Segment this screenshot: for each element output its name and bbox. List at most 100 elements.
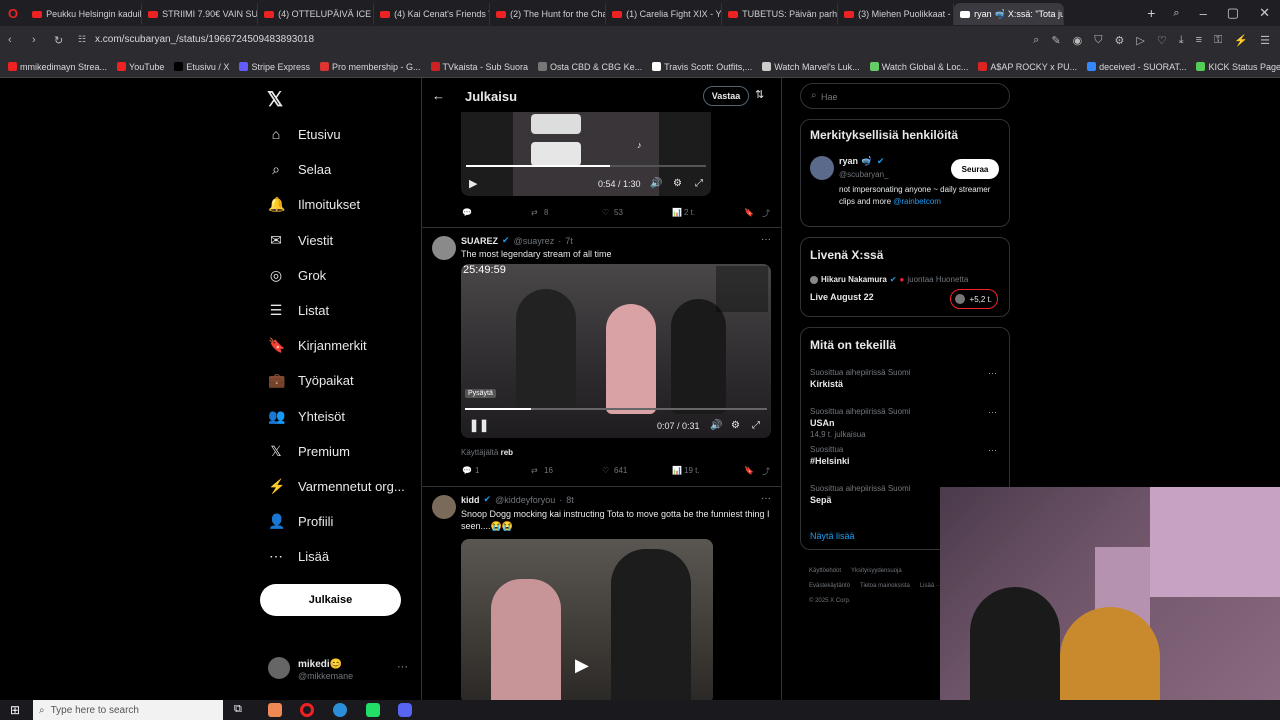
windows-start-icon[interactable]: ⊞ [10,703,20,717]
views-icon[interactable]: 📊 [672,466,682,475]
browser-tab[interactable]: (1) Carelia Fight XIX - You... [606,3,723,25]
browser-tab[interactable]: ryan 🤿 X:ssä: "Tota ju... [954,3,1065,25]
post-time[interactable]: 8t [566,495,574,505]
browser-tab[interactable]: STRIIMI 7.90€ VAIN SUNN... [142,3,259,25]
browser-tab[interactable]: TUBETUS: Päivän parhaat... [722,3,839,25]
post-video[interactable]: ▶ [461,539,713,700]
nav-item-varmennetut-org[interactable]: ⚡ Varmennetut org... [268,478,405,495]
bookmark-item[interactable]: YouTube [117,62,164,72]
bookmark-item[interactable]: Watch Marvel's Luk... [762,62,860,72]
post-button[interactable]: Julkaise [260,584,401,616]
share-icon[interactable]: ⤴ [762,466,770,477]
account-switcher[interactable]: mikedi😊 @mikkemane ··· [268,657,410,685]
bio-link[interactable]: @rainbetcom [893,197,941,206]
bookmark-item[interactable]: A$AP ROCKY x PU... [978,62,1077,72]
fullscreen-icon[interactable]: ⤢ [752,420,760,431]
browser-tab[interactable]: (4) Kai Cenat's Friends W... [374,3,491,25]
author-name[interactable]: kidd [461,495,480,505]
source-user[interactable]: reb [501,448,513,457]
easy-setup-icon[interactable]: ☰ [1260,34,1270,47]
follow-button[interactable]: Seuraa [951,159,999,179]
edit-icon[interactable]: ✎ [1051,34,1060,47]
footer-link[interactable]: Yksityisyydensuoja [851,568,902,574]
site-info-icon[interactable]: ☷ [78,34,86,45]
trend-item[interactable]: Suosittua aihepiirissä Suomi USAn 14,9 t. … [810,407,1002,441]
reply-icon[interactable]: 💬 [462,466,472,475]
volume-icon[interactable]: 🔊 [650,178,662,189]
camera-icon[interactable]: ⌕ [1033,34,1039,47]
like-icon[interactable]: ♡ [602,466,609,475]
search-box[interactable]: ⌕ Hae [800,83,1010,109]
bookmark-item[interactable]: deceived - SUORAT... [1087,62,1186,72]
footer-link[interactable]: © 2025 X Corp. [809,598,850,604]
snapshot-icon[interactable]: ◉ [1073,34,1083,47]
reply-button[interactable]: Vastaa [703,86,749,106]
bookmark-icon[interactable]: 🔖 [744,466,754,475]
more-options-icon[interactable]: ··· [988,445,997,455]
task-view-icon[interactable]: ⧉ [234,703,242,716]
heart-icon[interactable]: ♡ [1157,34,1167,47]
nav-item-viestit[interactable]: ✉ Viestit [268,232,333,249]
bookmark-item[interactable]: Osta CBD & CBG Ke... [538,62,642,72]
bookmark-item[interactable]: TVkaista - Sub Suora [430,62,528,72]
play-icon[interactable]: ▶ [575,655,589,676]
bookmark-item[interactable]: Watch Global & Loc... [869,62,968,72]
forward-icon[interactable]: › [32,34,36,46]
footer-link[interactable]: Käyttöehdot [809,568,841,574]
video-settings-icon[interactable]: ⚙ [673,178,682,189]
edge-icon[interactable] [333,703,347,717]
maximize-icon[interactable]: ▢ [1217,5,1249,21]
browser-tab[interactable]: Peukku Helsingin kaduill... [26,3,143,25]
opera-taskbar-icon[interactable] [300,703,314,717]
search-tabs-icon[interactable]: ⌕ [1163,7,1189,20]
extension-icon[interactable]: ⚙ [1115,34,1125,47]
play-icon[interactable]: ▷ [1136,34,1144,47]
share-icon[interactable]: ⤴ [762,208,770,219]
app-icon[interactable] [366,703,380,717]
discord-icon[interactable] [398,703,412,717]
live-title[interactable]: Live August 22 [810,292,874,302]
back-icon[interactable]: ‹ [8,34,12,46]
bookmark-icon[interactable]: 🔖 [744,208,754,217]
x-logo-icon[interactable]: 𝕏 [267,87,283,112]
url-field[interactable]: x.com/scubaryan_/status/1966724509483893… [95,34,314,45]
minimize-icon[interactable]: – [1190,6,1217,21]
lock-icon[interactable]: ⚿ [1214,34,1222,47]
menu-icon[interactable]: ≡ [1196,34,1202,47]
nav-item-kirjanmerkit[interactable]: 🔖 Kirjanmerkit [268,337,367,354]
more-options-icon[interactable]: ··· [988,407,997,417]
nav-item-työpaikat[interactable]: 💼 Työpaikat [268,372,354,389]
retweet-icon[interactable]: ⇄ [531,466,538,475]
new-tab-icon[interactable]: + [1139,5,1163,21]
footer-link[interactable]: Lisää ··· [920,583,942,589]
nav-item-yhteisöt[interactable]: 👥 Yhteisöt [268,408,345,425]
reload-icon[interactable]: ↻ [54,34,63,47]
nav-item-etusivu[interactable]: ⌂ Etusivu [268,126,341,142]
nav-item-listat[interactable]: ☰ Listat [268,302,329,319]
taskbar-search[interactable]: ⌕ Type here to search [33,700,223,720]
settings-icon[interactable]: ⇅ [755,88,764,101]
views-icon[interactable]: 📊 [672,208,682,217]
show-more-link[interactable]: Näytä lisää [810,531,855,541]
footer-link[interactable]: Tietoa mainoksista [860,583,910,589]
app-icon[interactable] [268,703,282,717]
listeners-badge[interactable]: +5,2 t. [950,289,998,309]
fullscreen-icon[interactable]: ⤢ [695,178,703,189]
retweet-icon[interactable]: ⇄ [531,208,538,217]
post-kidd[interactable]: kidd ✔ @kiddeyforyou · 8t ··· Snoop Dogg… [422,487,781,700]
user-handle[interactable]: @scubaryan_ [839,170,888,179]
bookmark-item[interactable]: Travis Scott: Outfits,... [652,62,752,72]
bookmark-item[interactable]: mmikedimayn Strea... [8,62,107,72]
download-icon[interactable]: ⤓ [1179,34,1184,47]
trend-item[interactable]: Suosittua aihepiirissä Suomi Kirkistä ··· [810,368,1002,402]
nav-item-profiili[interactable]: 👤 Profiili [268,513,333,530]
bookmark-item[interactable]: Stripe Express [239,62,310,72]
more-options-icon[interactable]: ··· [761,493,771,504]
avatar[interactable] [810,156,834,180]
nav-item-lisää[interactable]: ⋯ Lisää [268,548,329,565]
bookmark-item[interactable]: KICK Status Page [1196,62,1280,72]
browser-tab[interactable]: (2) The Hunt for the Char... [490,3,607,25]
top-video[interactable]: ♪ ▶ 0:54 / 1:30 🔊 ⚙ ⤢ [461,112,711,196]
author-name[interactable]: SUAREZ [461,236,498,246]
bookmark-item[interactable]: Etusivu / X [174,62,229,72]
